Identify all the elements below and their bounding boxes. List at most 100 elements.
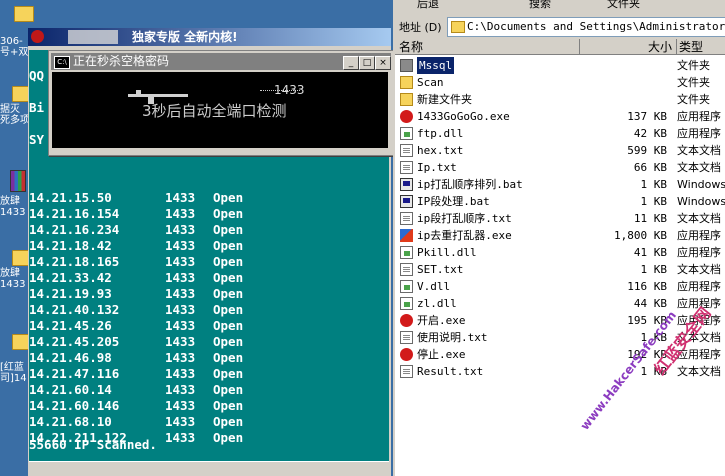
file-size: 11 KB bbox=[633, 212, 667, 225]
port-value: 1433 bbox=[165, 366, 196, 381]
address-field[interactable]: C:\Documents and Settings\Administrator\… bbox=[447, 17, 725, 37]
search-button[interactable]: 搜索 bbox=[529, 0, 551, 9]
ip-address: 14.21.19.93 bbox=[29, 286, 112, 301]
port-status: Open bbox=[213, 190, 244, 205]
port-status: Open bbox=[213, 430, 244, 445]
port-value: 1433 bbox=[165, 350, 196, 365]
port-status: Open bbox=[213, 254, 244, 269]
file-type: 文件夹 bbox=[677, 93, 710, 106]
port-status: Open bbox=[213, 302, 244, 317]
name-column-header[interactable]: 名称 bbox=[395, 39, 580, 55]
desktop-label: 号+双 bbox=[0, 47, 29, 58]
port-value: 1433 bbox=[165, 398, 196, 413]
folders-button[interactable]: 文件夹 bbox=[607, 0, 640, 9]
column-header: 名称 大小 类型 bbox=[395, 39, 725, 55]
file-type: 文本文档 bbox=[677, 212, 721, 225]
text-file-icon bbox=[400, 365, 413, 378]
file-name: ftp.dll bbox=[417, 127, 464, 140]
port-value: 1433 bbox=[165, 318, 196, 333]
file-row[interactable]: 新建文件夹 文件夹 bbox=[395, 91, 725, 108]
file-row[interactable]: Pkill.dll 41 KB 应用程序 bbox=[395, 244, 725, 261]
file-size: 66 KB bbox=[633, 161, 667, 174]
ip-address: 14.21.60.146 bbox=[29, 398, 120, 413]
text-file-icon bbox=[400, 144, 413, 157]
redacted-region bbox=[68, 30, 118, 44]
winrar-icon[interactable] bbox=[10, 170, 26, 192]
file-row[interactable]: ftp.dll 42 KB 应用程序 bbox=[395, 125, 725, 142]
file-row[interactable]: SET.txt 1 KB 文本文档 bbox=[395, 261, 725, 278]
type-column-header[interactable]: 类型 bbox=[677, 39, 725, 55]
ip-address: 14.21.60.14 bbox=[29, 382, 112, 397]
ip-address: 14.21.68.10 bbox=[29, 414, 112, 429]
file-size: 599 KB bbox=[627, 144, 667, 157]
file-row[interactable]: Ip.txt 66 KB 文本文档 bbox=[395, 159, 725, 176]
text-file-icon bbox=[400, 212, 413, 225]
port-status: Open bbox=[213, 286, 244, 301]
file-row[interactable]: Scan 文件夹 bbox=[395, 74, 725, 91]
ip-address: 14.21.45.205 bbox=[29, 334, 120, 349]
file-name: Ip.txt bbox=[417, 161, 457, 174]
file-row[interactable]: 1433GoGoGo.exe 137 KB 应用程序 bbox=[395, 108, 725, 125]
file-type: Windows bbox=[677, 178, 725, 191]
back-button[interactable]: 后退 bbox=[417, 0, 439, 9]
desktop-label: 306- bbox=[0, 36, 23, 47]
file-list: 名称 大小 类型 Mssql 文件夹 Scan 文件夹 新建文件夹 文件夹 1433GoGo… bbox=[395, 39, 725, 476]
minimize-button[interactable]: _ bbox=[343, 56, 359, 70]
port-value: 1433 bbox=[165, 270, 196, 285]
desktop-label: 1433 bbox=[0, 207, 26, 218]
file-row[interactable]: V.dll 116 KB 应用程序 bbox=[395, 278, 725, 295]
batch-file-icon bbox=[400, 178, 413, 191]
file-size: 1,800 KB bbox=[614, 229, 667, 242]
file-name: 新建文件夹 bbox=[417, 93, 472, 106]
port-status: Open bbox=[213, 382, 244, 397]
popup-title-bar[interactable]: C:\ 正在秒杀空格密码 _ □ × bbox=[51, 53, 391, 70]
file-type: 应用程序 bbox=[677, 110, 721, 123]
file-row[interactable]: ip去重打乱器.exe 1,800 KB 应用程序 bbox=[395, 227, 725, 244]
popup-message: 3秒后自动全端口检测 bbox=[142, 102, 287, 120]
file-row[interactable]: hex.txt 599 KB 文本文档 bbox=[395, 142, 725, 159]
desktop: 306- 号+双 据灭 死多项 放肆 1433 放肆 1433 [红蓝 司]14 bbox=[0, 0, 34, 476]
file-name: Scan bbox=[417, 76, 444, 89]
file-size: 1 KB bbox=[640, 263, 668, 276]
file-size: 1 KB bbox=[640, 178, 668, 191]
file-name: ip段打乱顺序.txt bbox=[417, 212, 512, 225]
file-name: zl.dll bbox=[417, 297, 457, 310]
file-row[interactable]: ip打乱顺序排列.bat 1 KB Windows bbox=[395, 176, 725, 193]
file-name: V.dll bbox=[417, 280, 451, 293]
file-type: Windows bbox=[677, 195, 725, 208]
file-row[interactable]: ip段打乱顺序.txt 11 KB 文本文档 bbox=[395, 210, 725, 227]
file-name: 停止.exe bbox=[417, 348, 466, 361]
popup-title: 正在秒杀空格密码 bbox=[73, 54, 170, 68]
address-bar: 地址 (D) C:\Documents and Settings\Adminis… bbox=[393, 15, 725, 37]
port-value: 1433 bbox=[165, 222, 196, 237]
folder-icon bbox=[400, 93, 413, 106]
window-title: 独家专版 全新内核! bbox=[132, 30, 238, 44]
file-row[interactable]: Mssql 文件夹 bbox=[395, 57, 725, 74]
dll-icon bbox=[400, 127, 413, 140]
port-status: Open bbox=[213, 270, 244, 285]
desktop-label: 死多项 bbox=[0, 115, 30, 126]
title-bar[interactable]: 独家专版 全新内核! bbox=[28, 28, 391, 46]
ip-address: 14.21.15.50 bbox=[29, 190, 112, 205]
file-name: 使用说明.txt bbox=[417, 331, 488, 344]
close-button[interactable]: × bbox=[375, 56, 391, 70]
desktop-label: 据灭 bbox=[0, 104, 20, 115]
file-type: 文本文档 bbox=[677, 161, 721, 174]
file-row[interactable]: IP段处理.bat 1 KB Windows bbox=[395, 193, 725, 210]
file-name: Result.txt bbox=[417, 365, 484, 378]
port-value: 1433 bbox=[165, 286, 196, 301]
horizontal-scrollbar[interactable] bbox=[29, 461, 389, 476]
app-exe-icon bbox=[400, 229, 413, 242]
size-column-header[interactable]: 大小 bbox=[580, 39, 677, 55]
file-name: ip打乱顺序排列.bat bbox=[417, 178, 523, 191]
ip-address: 14.21.40.132 bbox=[29, 302, 120, 317]
port-status: Open bbox=[213, 238, 244, 253]
file-type: 应用程序 bbox=[677, 246, 721, 259]
maximize-button[interactable]: □ bbox=[359, 56, 375, 70]
popup-port: 1433 bbox=[274, 83, 305, 97]
console-label: SY bbox=[29, 132, 45, 147]
file-name: SET.txt bbox=[417, 263, 464, 276]
command-prompt-icon: C:\ bbox=[54, 56, 70, 69]
console-label: Bi bbox=[29, 100, 45, 115]
address-label: 地址 (D) bbox=[399, 21, 442, 34]
